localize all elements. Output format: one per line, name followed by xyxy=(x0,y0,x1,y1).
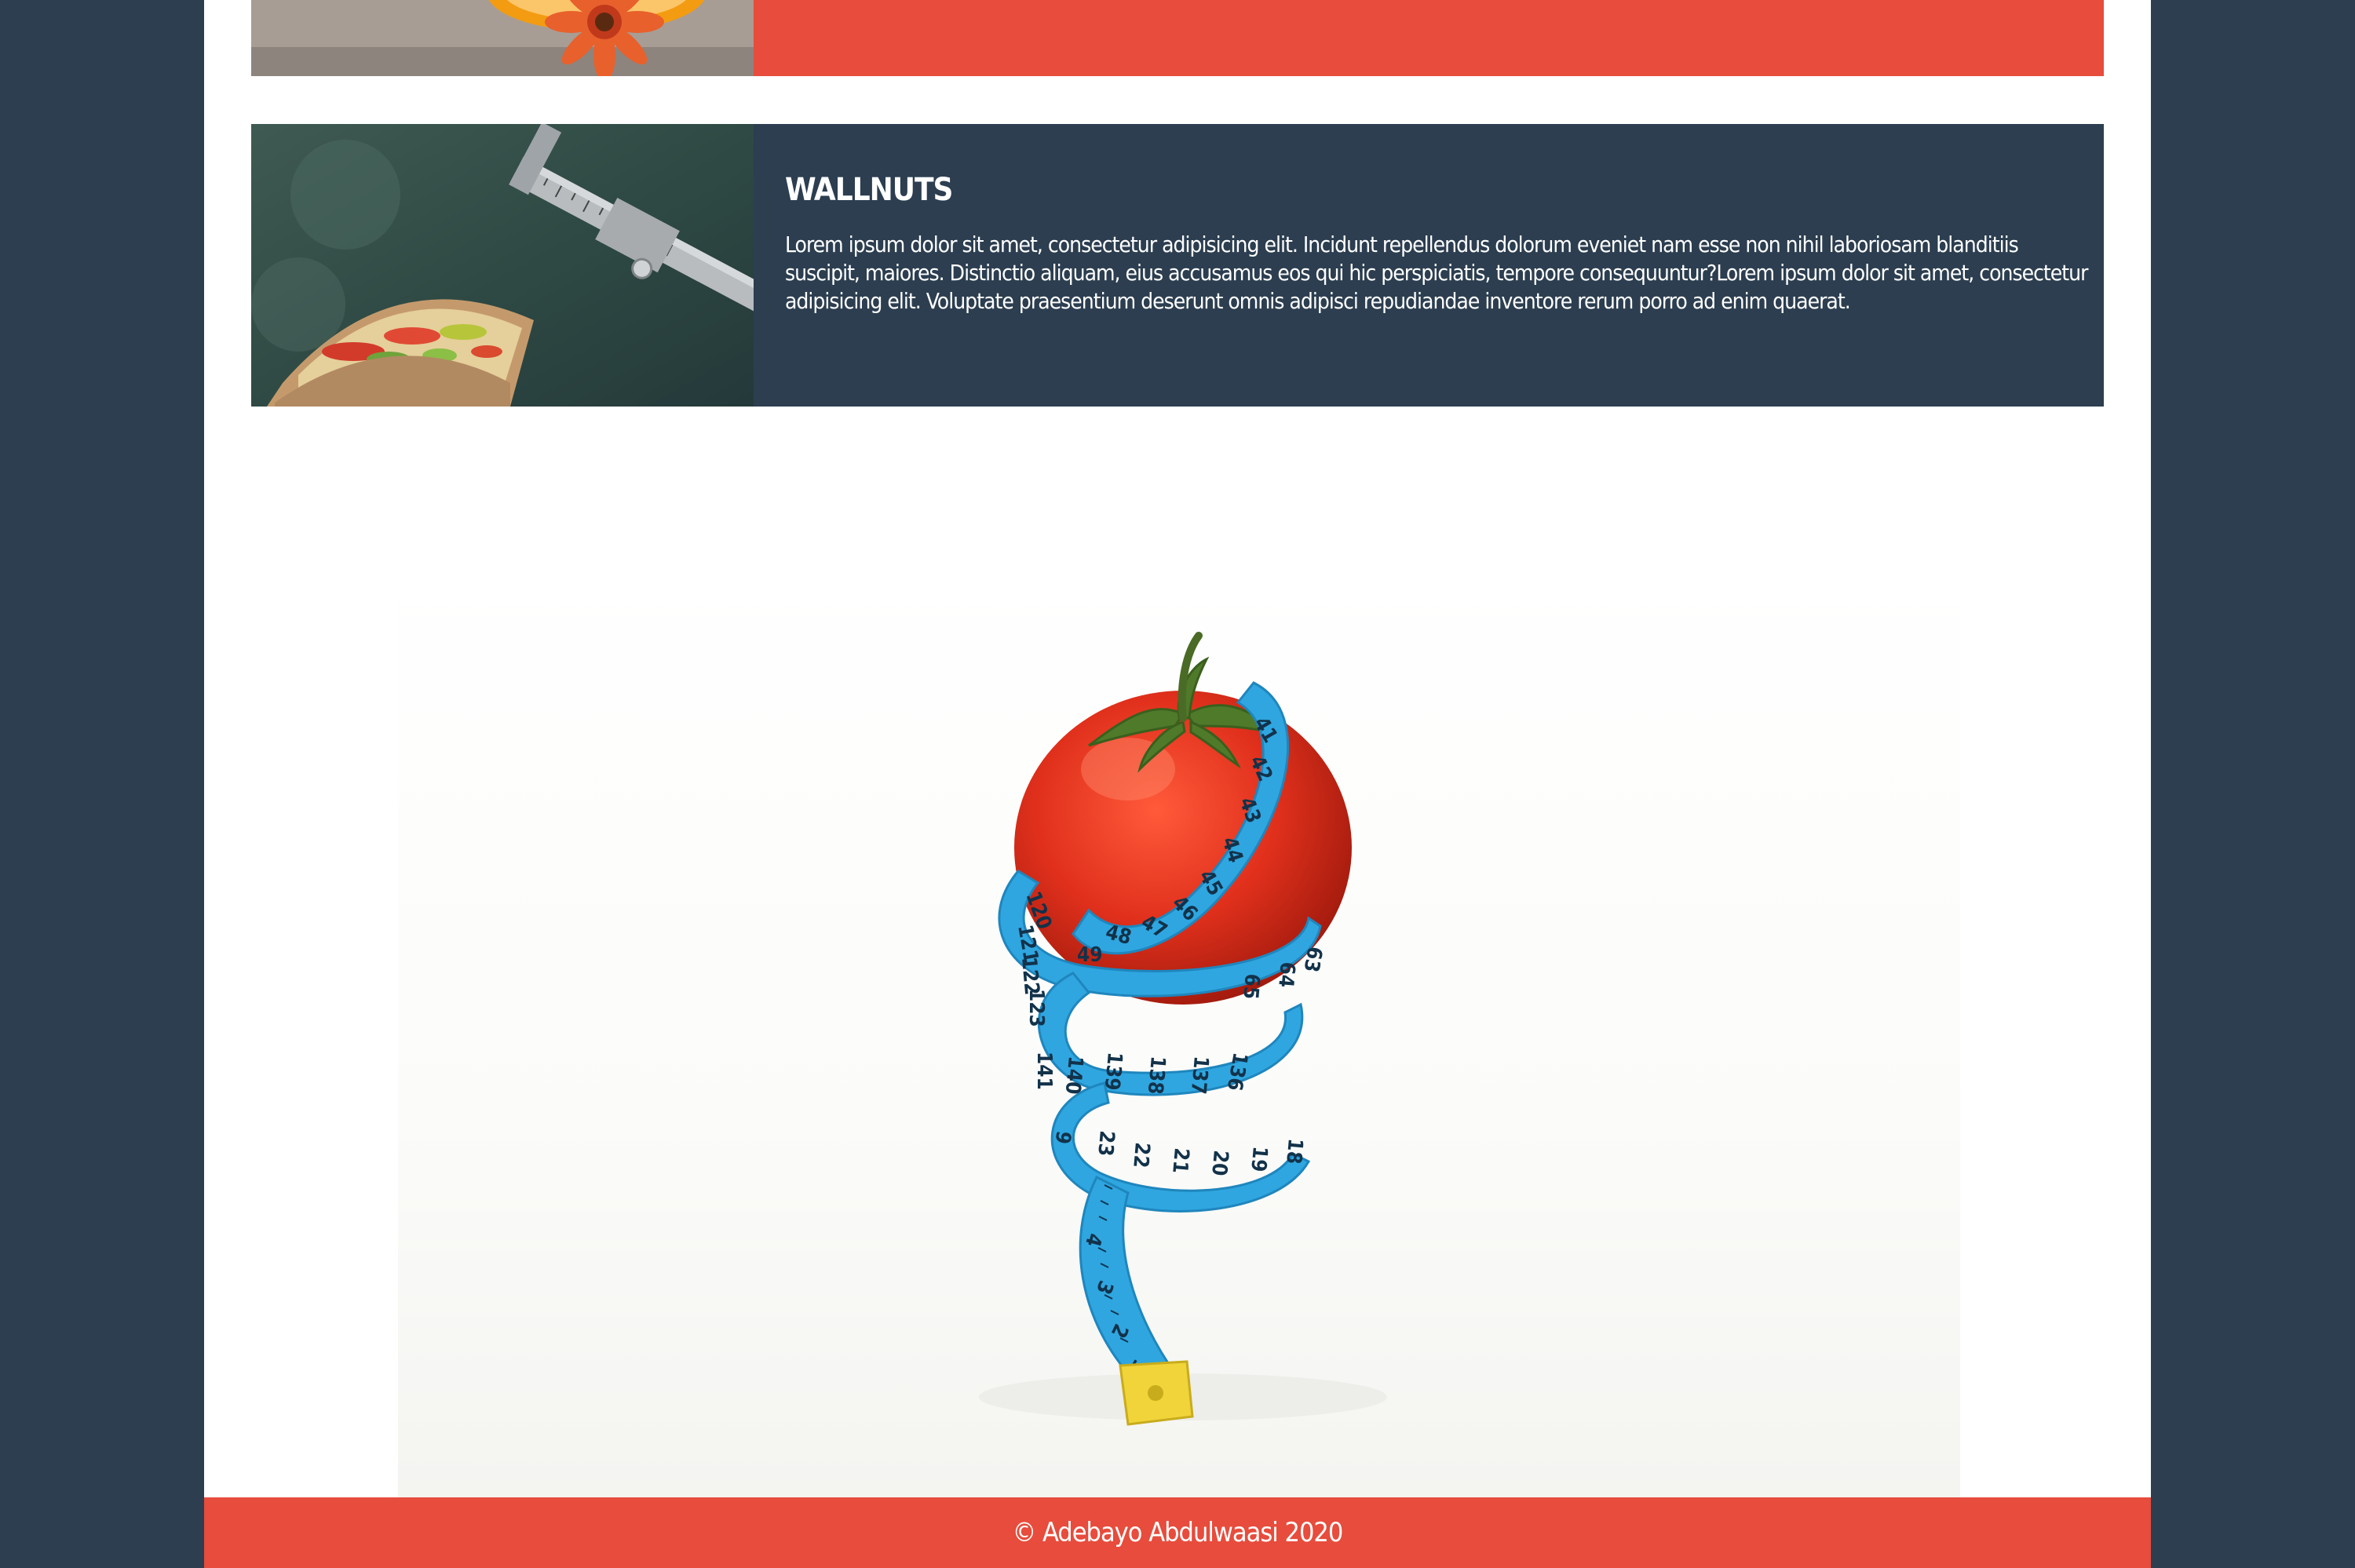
tape-number: 23 xyxy=(1093,1129,1119,1157)
food-card-top xyxy=(251,0,2104,76)
tomato-measuring-tape-image: 41 42 43 44 45 46 47 48 49 120 121 122 1… xyxy=(398,565,1960,1497)
main-container: WALLNUTS Lorem ipsum dolor sit amet, con… xyxy=(204,0,2151,1568)
orange-flower-image xyxy=(251,0,754,76)
tape-number: 18 xyxy=(1281,1137,1307,1165)
food-card-top-body xyxy=(754,0,2104,76)
tape-number: 63 xyxy=(1298,945,1326,974)
tape-number: 20 xyxy=(1207,1149,1232,1176)
tape-number: 21 xyxy=(1167,1147,1193,1174)
site-footer: © Adebayo Abdulwaasi 2020 xyxy=(204,1497,2151,1568)
food-card-description: Lorem ipsum dolor sit amet, consectetur … xyxy=(785,232,2089,314)
tape-number: 140 xyxy=(1061,1055,1087,1095)
tape-number: 123 xyxy=(1024,989,1048,1027)
food-card-title: WALLNUTS xyxy=(785,172,953,208)
food-card-wallnuts-body: WALLNUTS Lorem ipsum dolor sit amet, con… xyxy=(754,124,2120,407)
food-card-wallnuts: WALLNUTS Lorem ipsum dolor sit amet, con… xyxy=(251,124,2104,407)
tape-number: 64 xyxy=(1273,961,1299,988)
tape-number: 138 xyxy=(1143,1055,1170,1095)
tape-number: 22 xyxy=(1128,1141,1154,1169)
tape-number: 49 xyxy=(1077,943,1103,967)
sandwich-caliper-image xyxy=(251,124,754,407)
tape-number: 65 xyxy=(1238,972,1264,1000)
tape-number: 139 xyxy=(1100,1051,1126,1091)
tape-number: 137 xyxy=(1186,1055,1213,1095)
tape-number: 141 xyxy=(1032,1052,1056,1090)
footer-copyright: © Adebayo Abdulwaasi 2020 xyxy=(1012,1517,1344,1548)
tape-number: 19 xyxy=(1246,1145,1272,1172)
